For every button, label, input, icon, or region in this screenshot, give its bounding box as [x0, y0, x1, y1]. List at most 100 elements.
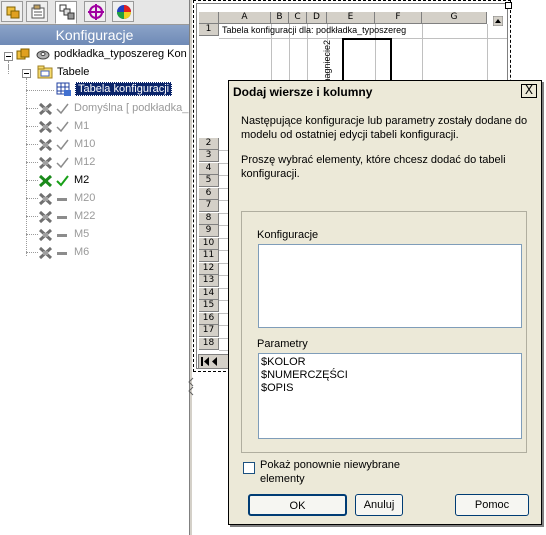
row-header[interactable]: 15: [199, 300, 219, 312]
first-sheet-icon: [201, 357, 217, 366]
panel-splitter[interactable]: [189, 0, 192, 535]
ok-button[interactable]: OK: [248, 494, 347, 516]
row-header[interactable]: 1: [199, 24, 219, 36]
column-header[interactable]: G: [422, 12, 487, 24]
configuration-label: M22: [74, 210, 96, 222]
configuration-manager-icon: [59, 4, 75, 20]
tables-folder-label[interactable]: Tabele: [57, 64, 89, 81]
help-button[interactable]: Pomoc: [455, 494, 529, 516]
row-header[interactable]: 12: [199, 262, 219, 275]
column-header[interactable]: D: [307, 12, 327, 24]
parameters-label: Parametry: [257, 338, 308, 350]
configurations-label: Konfiguracje: [257, 229, 319, 241]
dialog-close-button[interactable]: X: [521, 84, 537, 98]
configuration-icon: [38, 228, 53, 242]
sheet-resize-handle[interactable]: [505, 2, 512, 9]
design-table-icon: [56, 82, 71, 96]
parameter-item[interactable]: $KOLOR: [259, 356, 521, 369]
row-header[interactable]: 6: [199, 187, 219, 200]
configuration-icon: [16, 48, 30, 60]
show-again-checkbox[interactable]: [243, 462, 255, 474]
column-header[interactable]: B: [271, 12, 289, 24]
dialog-title: Dodaj wiersze i kolumny: [229, 81, 541, 103]
show-again-label[interactable]: Pokaż ponownie niewybrane elementy: [260, 458, 410, 486]
row-header[interactable]: 10: [199, 237, 219, 250]
close-icon: X: [524, 83, 534, 97]
parameter-item[interactable]: $NUMERCZĘŚCI: [259, 369, 521, 382]
row-header[interactable]: 2: [199, 138, 219, 150]
tab-feature-tree[interactable]: [1, 1, 23, 22]
configuration-label: M2: [74, 174, 90, 186]
column-header[interactable]: E: [327, 12, 375, 24]
dash-icon: [57, 198, 67, 201]
row-header[interactable]: 14: [199, 287, 219, 300]
feature-manager-tabs: [0, 0, 189, 25]
tab-dimxpert[interactable]: [84, 1, 106, 22]
root-expander[interactable]: [4, 52, 13, 61]
part-icon: [36, 50, 50, 60]
sheet-corner[interactable]: [199, 12, 219, 24]
display-manager-icon: [117, 5, 131, 19]
configuration-label: M5: [74, 228, 90, 240]
row-header[interactable]: 3: [199, 150, 219, 162]
row-header[interactable]: 9: [199, 225, 219, 237]
row-header[interactable]: 13: [199, 275, 219, 287]
configuration-label: M1: [74, 120, 90, 132]
row-header[interactable]: 18: [199, 337, 219, 350]
design-table-label: Tabela konfiguracji: [75, 82, 173, 96]
add-rows-columns-dialog: Dodaj wiersze i kolumny X Następujące ko…: [228, 80, 542, 525]
configuration-icon: [38, 192, 53, 206]
scroll-up-icon[interactable]: [493, 16, 503, 26]
configuration-icon: [38, 102, 53, 116]
row-header[interactable]: 11: [199, 250, 219, 262]
dialog-message-2: Proszę wybrać elementy, które chcesz dod…: [241, 154, 506, 180]
cancel-button[interactable]: Anuluj: [355, 494, 403, 516]
selection-panel: Konfiguracje Parametry $KOLOR $NUMERCZĘŚ…: [241, 211, 527, 453]
dash-icon: [57, 234, 67, 237]
column-header[interactable]: F: [375, 12, 422, 24]
configurations-listbox[interactable]: [258, 244, 522, 328]
dash-icon: [57, 252, 67, 255]
property-manager-icon: [31, 4, 45, 19]
splitter-handle-icon[interactable]: [188, 376, 194, 398]
column-header[interactable]: A: [219, 12, 271, 24]
configuration-label: M20: [74, 192, 96, 204]
row-header[interactable]: 17: [199, 325, 219, 337]
configuration-icon: [38, 138, 53, 152]
row-header[interactable]: 7: [199, 200, 219, 212]
configuration-icon: [38, 156, 53, 170]
column-header[interactable]: C: [289, 12, 307, 24]
configuration-label: Domyślna [ podkładka_: [74, 102, 189, 114]
cell-a1[interactable]: Tabela konfiguracji dla: podkładka_typos…: [222, 25, 406, 35]
dimxpert-icon: [88, 4, 104, 20]
root-part-label[interactable]: podkładka_typoszereg Kon: [54, 46, 187, 63]
check-icon: [56, 139, 69, 151]
tables-folder-icon: [37, 65, 53, 79]
tables-expander[interactable]: [22, 69, 31, 78]
configuration-label: M12: [74, 156, 96, 168]
parameter-item[interactable]: $OPIS: [259, 382, 521, 395]
tab-property-manager[interactable]: [26, 1, 48, 22]
row-header[interactable]: 4: [199, 162, 219, 175]
tab-display-manager[interactable]: [112, 1, 134, 22]
configuration-icon: [38, 174, 53, 188]
active-check-icon: [56, 175, 69, 187]
configuration-icon: [38, 210, 53, 224]
dialog-message-1: Następujące konfiguracje lub parametry z…: [241, 115, 528, 141]
parameters-listbox[interactable]: $KOLOR $NUMERCZĘŚCI $OPIS: [258, 353, 522, 439]
configuration-label: M10: [74, 138, 96, 150]
check-icon: [56, 157, 69, 169]
row-header[interactable]: 8: [199, 212, 219, 225]
sheet-tab-scroll[interactable]: [198, 354, 232, 369]
row-header[interactable]: 5: [199, 175, 219, 187]
check-icon: [56, 103, 69, 115]
row-header[interactable]: 16: [199, 312, 219, 325]
check-icon: [56, 121, 69, 133]
tab-configuration-manager[interactable]: [55, 1, 77, 24]
feature-manager-panel: Konfiguracje podkładka_typoszereg Kon Ta…: [0, 0, 189, 535]
configuration-label: M6: [74, 246, 90, 258]
panel-header: Konfiguracje: [0, 25, 189, 45]
design-table-item[interactable]: Tabela konfiguracji: [75, 81, 173, 98]
feature-tree-icon: [6, 6, 20, 19]
configuration-icon: [38, 246, 53, 260]
